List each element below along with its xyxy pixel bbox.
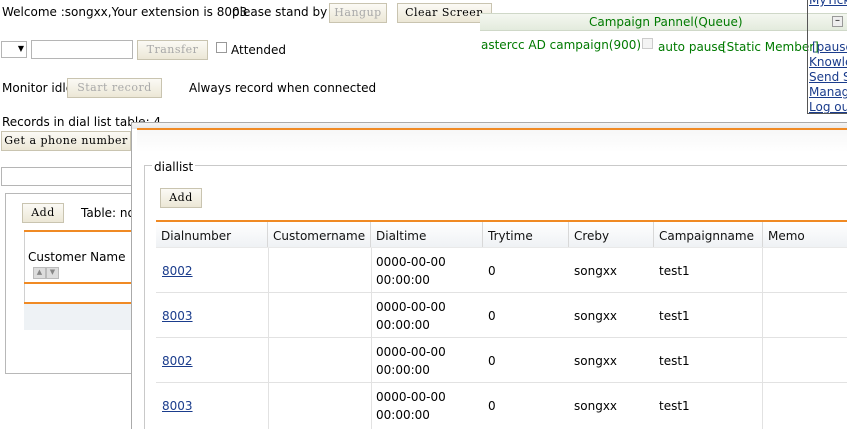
customer-add-button[interactable]: Add — [22, 203, 64, 223]
welcome-text: Welcome :songxx,Your extension is 8003 — [2, 5, 248, 19]
customer-table-top-line — [24, 230, 132, 232]
column-header-customername[interactable]: Customername — [268, 222, 371, 248]
trytime-value: 0 — [488, 309, 496, 323]
column-header-trytime[interactable]: Trytime — [483, 222, 569, 248]
dialtime-date: 0000-00-00 — [376, 390, 446, 404]
creby-value: songxx — [574, 399, 618, 413]
always-record-text: Always record when connected — [189, 81, 377, 95]
get-phone-number-button[interactable]: Get a phone number — [1, 131, 131, 151]
column-header-memo[interactable]: Memo — [763, 222, 847, 248]
monitor-status-text: Monitor idle — [2, 81, 74, 95]
campaign-panel-title: Campaign Pannel(Queue) — [589, 15, 743, 29]
dialtime-time: 00:00:00 — [376, 408, 430, 422]
member-type-label: [Static Member] — [722, 40, 819, 54]
attended-checkbox[interactable] — [216, 42, 227, 53]
column-header-creby[interactable]: Creby — [569, 222, 654, 248]
auto-pause-checkbox[interactable] — [642, 38, 653, 49]
side-link-logout[interactable]: Log out — [809, 99, 847, 113]
diallist-legend: diallist — [152, 159, 196, 175]
side-link-myticket[interactable]: MyTicke — [809, 0, 847, 8]
customer-table-mid-line — [24, 282, 132, 284]
campaign-name: astercc AD campaign(900) — [481, 38, 642, 52]
dialnumber-link[interactable]: 8002 — [162, 352, 193, 370]
dialtime-time: 00:00:00 — [376, 363, 430, 377]
trytime-value: 0 — [488, 354, 496, 368]
creby-value: songxx — [574, 264, 618, 278]
campaignname-value: test1 — [659, 309, 690, 323]
side-link-knowledge[interactable]: Knowle — [809, 54, 847, 70]
phone-number-input[interactable] — [1, 167, 132, 186]
campaign-panel-header: Campaign Pannel(Queue) – — [480, 13, 847, 31]
campaignname-value: test1 — [659, 399, 690, 413]
dialtime-date: 0000-00-00 — [376, 255, 446, 269]
table-row[interactable]: 8003 0000-00-00 00:00:00 0 songxx test1 — [156, 293, 847, 338]
table-row[interactable]: 8002 0000-00-00 00:00:00 0 songxx test1 — [156, 248, 847, 293]
side-links-panel: MyTicke Knowle Send S Manage Log out — [807, 0, 847, 114]
diallist-add-button[interactable]: Add — [160, 188, 202, 208]
trytime-value: 0 — [488, 399, 496, 413]
creby-value: songxx — [574, 354, 618, 368]
transfer-button[interactable]: Transfer — [137, 40, 208, 60]
table-row[interactable]: 8003 0000-00-00 00:00:00 0 songxx test1 — [156, 383, 847, 428]
customer-table-footer — [24, 304, 132, 330]
dialtime-time: 00:00:00 — [376, 273, 430, 287]
start-record-button[interactable]: Start record — [67, 78, 162, 98]
column-header-dialtime[interactable]: Dialtime — [371, 222, 483, 248]
dialnumber-link[interactable]: 8002 — [162, 262, 193, 280]
dialtime-date: 0000-00-00 — [376, 345, 446, 359]
dialnumber-link[interactable]: 8003 — [162, 397, 193, 415]
dialtime-time: 00:00:00 — [376, 318, 430, 332]
campaignname-value: test1 — [659, 354, 690, 368]
attended-label: Attended — [231, 43, 287, 57]
column-header-campaignname[interactable]: Campaignname — [654, 222, 763, 248]
table-row[interactable]: 8002 0000-00-00 00:00:00 0 songxx test1 — [156, 338, 847, 383]
side-link-manage[interactable]: Manage — [809, 84, 847, 100]
customer-table-label: Table: no — [81, 206, 135, 220]
auto-pause-label: auto pause — [658, 40, 726, 54]
status-text: please stand by — [232, 5, 328, 19]
sort-icons[interactable]: ▲ ▼ — [33, 267, 59, 279]
transfer-number-input[interactable] — [31, 40, 133, 59]
side-link-send[interactable]: Send S — [809, 69, 847, 85]
hangup-button[interactable]: Hangup — [329, 3, 387, 23]
column-header-dialnumber[interactable]: Dialnumber — [156, 222, 268, 248]
sort-desc-icon[interactable]: ▼ — [46, 267, 59, 279]
customer-name-header: Customer Name — [28, 250, 126, 264]
dialnumber-link[interactable]: 8003 — [162, 307, 193, 325]
transfer-target-select[interactable]: ▼ — [1, 41, 27, 58]
sort-asc-icon[interactable]: ▲ — [33, 267, 46, 279]
campaignname-value: test1 — [659, 264, 690, 278]
trytime-value: 0 — [488, 264, 496, 278]
creby-value: songxx — [574, 309, 618, 323]
dialtime-date: 0000-00-00 — [376, 300, 446, 314]
dialog-header-band — [137, 130, 847, 152]
chevron-down-icon: ▼ — [17, 44, 24, 53]
clear-screen-button[interactable]: Clear Screen — [397, 3, 492, 23]
